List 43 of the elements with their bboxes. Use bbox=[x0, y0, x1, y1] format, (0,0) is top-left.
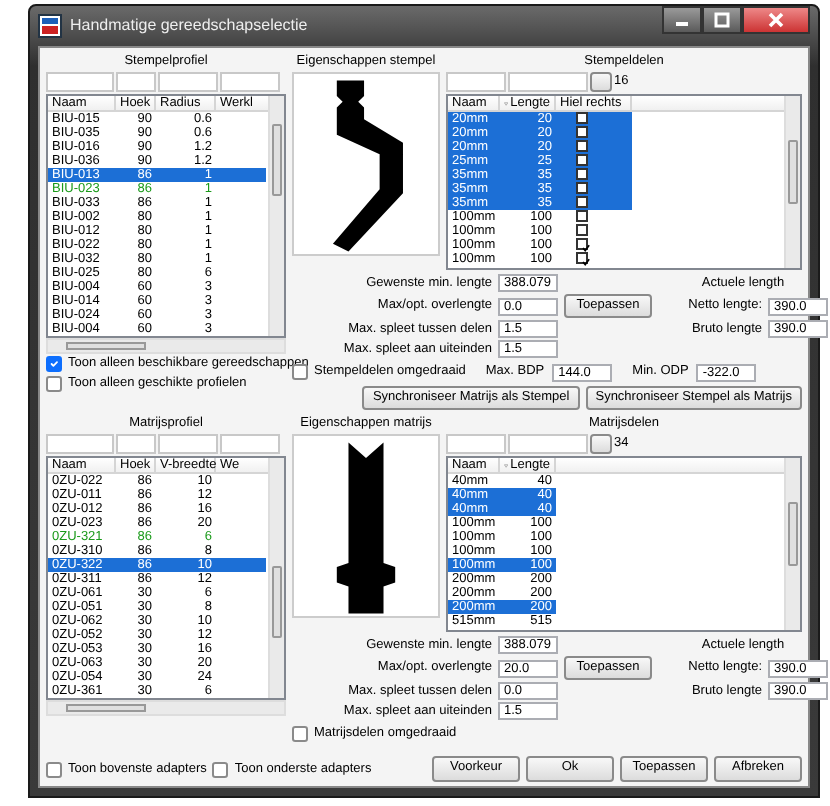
vertical-scrollbar[interactable] bbox=[268, 458, 284, 698]
vertical-scrollbar[interactable] bbox=[268, 96, 284, 336]
checkbox[interactable] bbox=[576, 154, 588, 167]
filter-field[interactable] bbox=[116, 72, 156, 92]
horizontal-scrollbar[interactable] bbox=[46, 700, 286, 716]
filter-field[interactable] bbox=[46, 434, 114, 454]
checkbox[interactable] bbox=[576, 140, 588, 153]
checkbox[interactable] bbox=[576, 238, 588, 251]
checkbox[interactable] bbox=[576, 196, 588, 209]
filter-field[interactable] bbox=[158, 434, 218, 454]
checkbox[interactable] bbox=[576, 210, 588, 223]
filter-button[interactable] bbox=[590, 72, 612, 92]
filter-field[interactable] bbox=[446, 72, 506, 92]
checkbox[interactable] bbox=[212, 761, 229, 777]
checkbox[interactable] bbox=[292, 726, 308, 742]
filter-field[interactable] bbox=[446, 434, 506, 454]
checkbox[interactable] bbox=[576, 224, 588, 237]
filter-field[interactable] bbox=[116, 434, 156, 454]
checkbox[interactable] bbox=[46, 376, 62, 392]
vertical-scrollbar[interactable] bbox=[784, 96, 800, 268]
app-icon bbox=[38, 14, 62, 38]
checkbox[interactable] bbox=[576, 112, 588, 125]
checkbox[interactable] bbox=[576, 252, 588, 265]
filter-field[interactable] bbox=[508, 72, 588, 92]
filter-button[interactable] bbox=[590, 434, 612, 454]
filter-field[interactable] bbox=[158, 72, 218, 92]
close-icon bbox=[768, 12, 784, 28]
checkbox[interactable] bbox=[46, 761, 62, 777]
maximize-icon bbox=[714, 12, 730, 28]
window-title: Handmatige gereedschapselectie bbox=[70, 17, 308, 35]
horizontal-scrollbar[interactable] bbox=[46, 338, 286, 354]
filter-field[interactable] bbox=[508, 434, 588, 454]
close-button[interactable] bbox=[742, 6, 810, 34]
filter-field[interactable] bbox=[46, 72, 114, 92]
checkbox[interactable] bbox=[46, 356, 62, 372]
checkbox[interactable] bbox=[576, 126, 588, 139]
filter-field[interactable] bbox=[220, 434, 280, 454]
checkbox[interactable] bbox=[576, 182, 588, 195]
vertical-scrollbar[interactable] bbox=[784, 458, 800, 630]
checkbox[interactable] bbox=[576, 168, 588, 181]
minimize-button[interactable] bbox=[662, 6, 702, 34]
filter-field[interactable] bbox=[220, 72, 280, 92]
maximize-button[interactable] bbox=[702, 6, 742, 34]
